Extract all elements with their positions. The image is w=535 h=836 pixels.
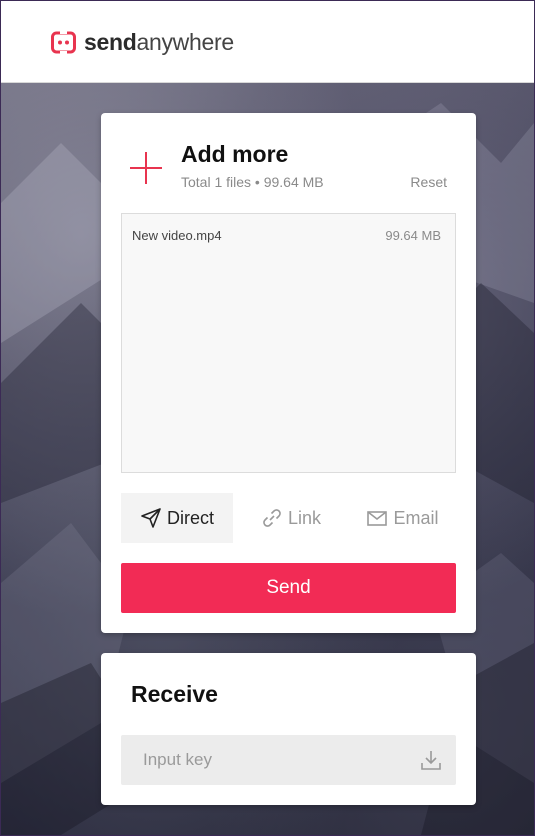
tab-direct[interactable]: Direct xyxy=(121,493,233,543)
receive-card: Receive xyxy=(101,653,476,805)
key-input-field xyxy=(121,735,456,785)
tab-email-label: Email xyxy=(393,507,439,528)
download-icon[interactable] xyxy=(420,749,442,771)
tab-direct-label: Direct xyxy=(166,507,214,528)
list-item[interactable]: New video.mp4 99.64 MB xyxy=(132,228,441,243)
logo[interactable]: sendanywhere xyxy=(51,29,234,56)
receive-title: Receive xyxy=(131,681,218,707)
tab-link-label: Link xyxy=(287,507,322,528)
reset-button[interactable]: Reset xyxy=(410,174,447,190)
send-mode-tabs: Direct Link Email xyxy=(121,493,456,543)
file-list: New video.mp4 99.64 MB xyxy=(121,213,456,473)
send-button[interactable]: Send xyxy=(121,563,456,613)
file-size: 99.64 MB xyxy=(385,228,441,243)
files-summary: Total 1 files • 99.64 MB xyxy=(181,174,324,190)
key-input[interactable] xyxy=(121,735,411,785)
tab-email[interactable]: Email xyxy=(349,493,456,543)
envelope-icon xyxy=(367,511,388,526)
header: sendanywhere xyxy=(1,1,534,83)
link-icon xyxy=(263,509,281,527)
logo-text-bold: send xyxy=(84,29,137,55)
plus-icon[interactable] xyxy=(128,150,164,186)
add-more-button[interactable]: Add more xyxy=(181,141,288,168)
send-card: Add more Total 1 files • 99.64 MB Reset … xyxy=(101,113,476,633)
file-name: New video.mp4 xyxy=(132,228,222,243)
paper-plane-icon xyxy=(141,508,161,528)
sendanywhere-logo-icon xyxy=(51,30,76,55)
logo-text: sendanywhere xyxy=(84,29,234,56)
logo-text-light: anywhere xyxy=(136,29,234,55)
tab-link[interactable]: Link xyxy=(243,493,339,543)
app-window: sendanywhere Add more Total 1 files • 99… xyxy=(0,0,535,836)
